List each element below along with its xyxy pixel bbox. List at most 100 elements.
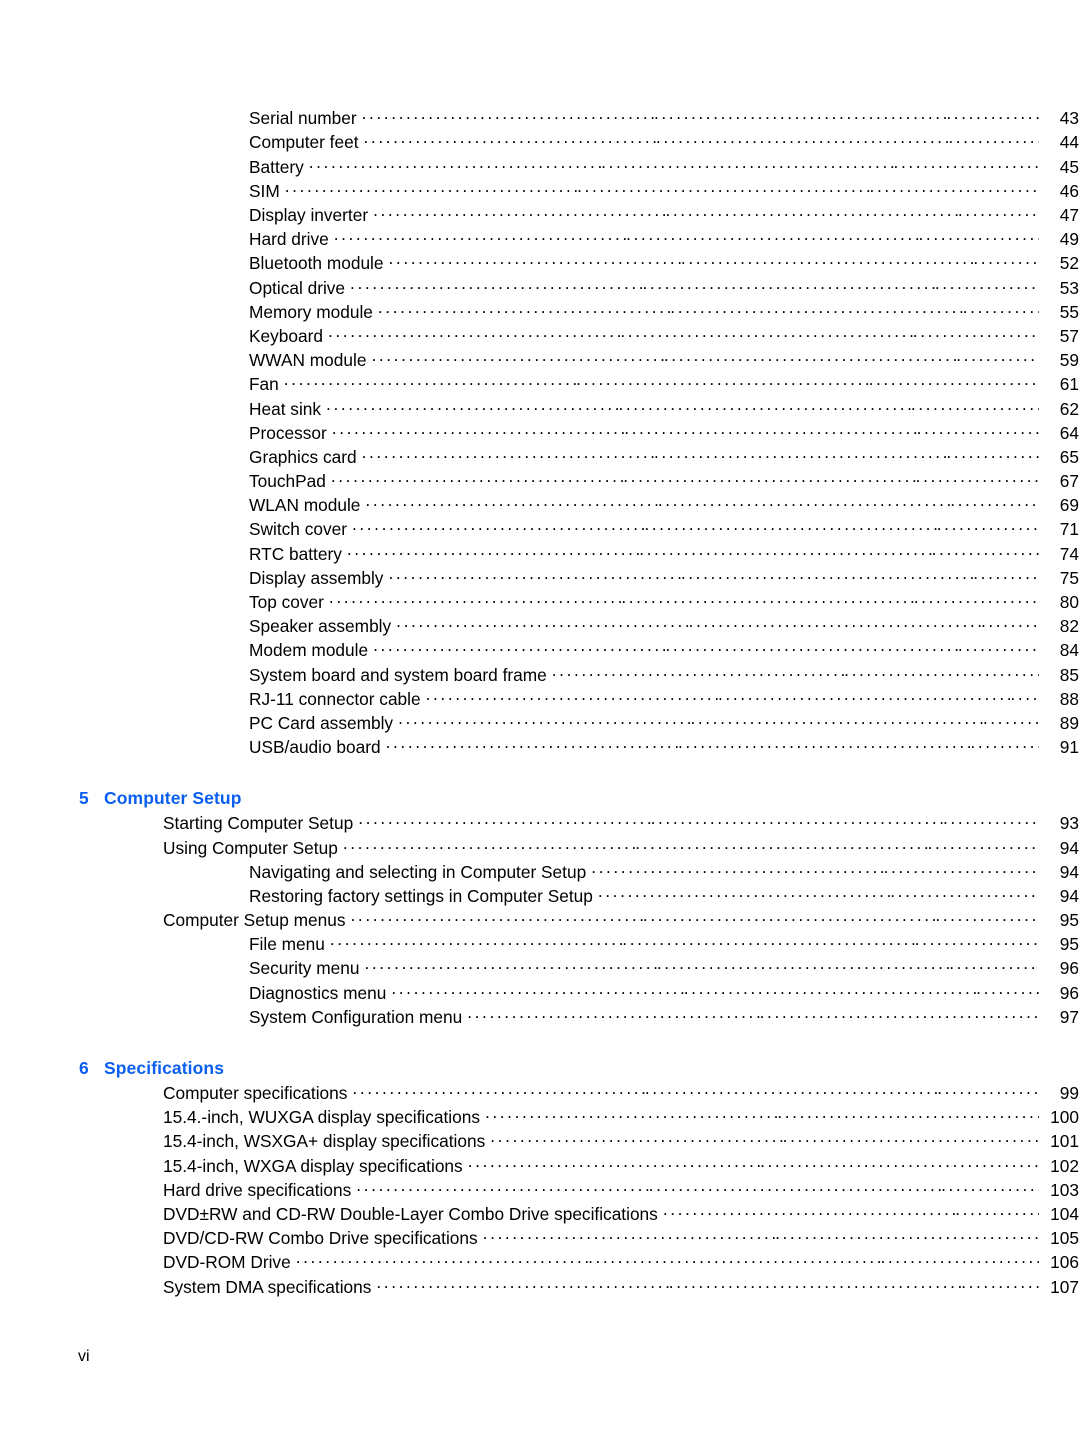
- toc-section-heading[interactable]: 6 Specifications: [0, 1058, 1080, 1082]
- toc-entry-label: Computer feet: [249, 132, 359, 153]
- toc-entry-page-number: 67: [1059, 471, 1079, 492]
- toc-entry[interactable]: DVD±RW and CD-RW Double-Layer Combo Driv…: [0, 1203, 1080, 1227]
- dot-leader: [343, 836, 1039, 853]
- toc-entry[interactable]: Serial number 43: [0, 107, 1080, 131]
- toc-entry[interactable]: Computer specifications 99: [0, 1082, 1080, 1106]
- toc-entry-page-number: 57: [1059, 325, 1079, 346]
- toc-entry-label: 15.4-inch, WSXGA+ display specifications: [163, 1131, 486, 1152]
- toc-entry[interactable]: Optical drive 53: [0, 276, 1080, 300]
- toc-entry[interactable]: Fan 61: [0, 373, 1080, 397]
- toc-entry[interactable]: 15.4-inch, WXGA display specifications 10…: [0, 1154, 1080, 1178]
- dot-leader: [351, 909, 1039, 926]
- dot-leader: [326, 397, 1039, 414]
- dot-leader: [371, 349, 1039, 366]
- toc-entry-label: Processor: [249, 422, 327, 443]
- toc-entry[interactable]: Computer Setup menus 95: [0, 909, 1080, 933]
- toc-entry[interactable]: RTC battery 74: [0, 542, 1080, 566]
- toc-entry[interactable]: DVD/CD-RW Combo Drive specifications 105: [0, 1227, 1080, 1251]
- toc-entry[interactable]: Processor 64: [0, 421, 1080, 445]
- toc-entry-page-number: 89: [1059, 712, 1079, 733]
- toc-entry[interactable]: Memory module 55: [0, 301, 1080, 325]
- dot-leader: [552, 663, 1039, 680]
- toc-entry[interactable]: WLAN module 69: [0, 494, 1080, 518]
- dot-leader: [362, 446, 1039, 463]
- toc-entry-label: Heat sink: [249, 398, 322, 419]
- dot-leader: [591, 860, 1039, 877]
- toc-entry-page-number: 96: [1059, 982, 1079, 1003]
- toc-entry-label: Fan: [249, 374, 279, 395]
- toc-entry[interactable]: Restoring factory settings in Computer S…: [0, 885, 1080, 909]
- dot-leader: [347, 542, 1039, 559]
- toc-entry-page-number: 75: [1059, 567, 1079, 588]
- toc-entry-page-number: 96: [1059, 958, 1079, 979]
- toc-entry[interactable]: System DMA specifications 107: [0, 1275, 1080, 1299]
- toc-entry[interactable]: TouchPad 67: [0, 470, 1080, 494]
- toc-entry-label: Battery: [249, 156, 304, 177]
- toc-entry[interactable]: WWAN module 59: [0, 349, 1080, 373]
- toc-entry-page-number: 93: [1059, 813, 1079, 834]
- section-title: Computer Setup: [104, 788, 242, 809]
- toc-entry[interactable]: Computer feet 44: [0, 131, 1080, 155]
- dot-leader: [386, 736, 1039, 753]
- toc-entry[interactable]: File menu 95: [0, 933, 1080, 957]
- toc-entry[interactable]: Starting Computer Setup 93: [0, 812, 1080, 836]
- dot-leader: [296, 1251, 1039, 1268]
- dot-leader: [309, 155, 1039, 172]
- toc-entry-label: Graphics card: [249, 446, 357, 467]
- toc-entry[interactable]: Keyboard 57: [0, 325, 1080, 349]
- toc-entry-page-number: 47: [1059, 205, 1079, 226]
- toc-entry[interactable]: 15.4.-inch, WUXGA display specifications…: [0, 1106, 1080, 1130]
- toc-entry-label: SIM: [249, 180, 280, 201]
- toc-entry-label: Keyboard: [249, 325, 323, 346]
- toc-entry-page-number: 55: [1059, 301, 1079, 322]
- toc-entry[interactable]: Speaker assembly 82: [0, 615, 1080, 639]
- toc-entry[interactable]: Modem module 84: [0, 639, 1080, 663]
- toc-entry[interactable]: Display inverter 47: [0, 204, 1080, 228]
- toc-section-heading[interactable]: 5 Computer Setup: [0, 788, 1080, 812]
- toc-entry-page-number: 80: [1059, 592, 1079, 613]
- toc-entry[interactable]: Security menu 96: [0, 957, 1080, 981]
- toc-entry[interactable]: SIM 46: [0, 180, 1080, 204]
- dot-leader: [332, 421, 1039, 438]
- dot-leader: [391, 981, 1039, 998]
- toc-entry-label: System Configuration menu: [249, 1006, 463, 1027]
- toc-entry-page-number: 99: [1059, 1083, 1079, 1104]
- toc-entry[interactable]: Top cover 80: [0, 591, 1080, 615]
- toc-entry-page-number: 52: [1059, 253, 1079, 274]
- toc-entry-page-number: 85: [1059, 664, 1079, 685]
- section-title: Specifications: [104, 1057, 225, 1078]
- toc-entry[interactable]: Navigating and selecting in Computer Set…: [0, 860, 1080, 884]
- toc-entry[interactable]: System board and system board frame 85: [0, 663, 1080, 687]
- dot-leader: [426, 688, 1039, 705]
- toc-entry[interactable]: DVD-ROM Drive 106: [0, 1251, 1080, 1275]
- toc-entry[interactable]: System Configuration menu 97: [0, 1006, 1080, 1030]
- toc-entry[interactable]: Switch cover 71: [0, 518, 1080, 542]
- dot-leader: [352, 518, 1039, 535]
- dot-leader: [373, 639, 1039, 656]
- toc-entry[interactable]: Using Computer Setup 94: [0, 836, 1080, 860]
- toc-entry-page-number: 61: [1059, 374, 1079, 395]
- toc-group: 6 Specifications Computer specifications 99…: [0, 1030, 1080, 1300]
- toc-entry-page-number: 46: [1059, 180, 1079, 201]
- toc-entry[interactable]: Hard drive 49: [0, 228, 1080, 252]
- toc-entry[interactable]: Battery 45: [0, 155, 1080, 179]
- toc-entry[interactable]: Hard drive specifications 103: [0, 1179, 1080, 1203]
- toc-entry[interactable]: 15.4-inch, WSXGA+ display specifications…: [0, 1130, 1080, 1154]
- toc-entry-page-number: 105: [1050, 1228, 1079, 1249]
- dot-leader: [364, 957, 1039, 974]
- toc-entry-page-number: 49: [1059, 229, 1079, 250]
- toc-entry-page-number: 59: [1059, 350, 1079, 371]
- toc-entry[interactable]: Bluetooth module 52: [0, 252, 1080, 276]
- toc-entry-page-number: 95: [1059, 934, 1079, 955]
- toc-entry[interactable]: Display assembly 75: [0, 567, 1080, 591]
- toc-entry-label: System DMA specifications: [163, 1276, 372, 1297]
- dot-leader: [330, 933, 1039, 950]
- toc-entry[interactable]: Diagnostics menu 96: [0, 981, 1080, 1005]
- toc-entry-label: Optical drive: [249, 277, 346, 298]
- toc-entry[interactable]: Graphics card 65: [0, 446, 1080, 470]
- toc-entry[interactable]: USB/audio board 91: [0, 736, 1080, 760]
- toc-entry[interactable]: RJ-11 connector cable 88: [0, 688, 1080, 712]
- toc-entry[interactable]: PC Card assembly 89: [0, 712, 1080, 736]
- toc-entry[interactable]: Heat sink 62: [0, 397, 1080, 421]
